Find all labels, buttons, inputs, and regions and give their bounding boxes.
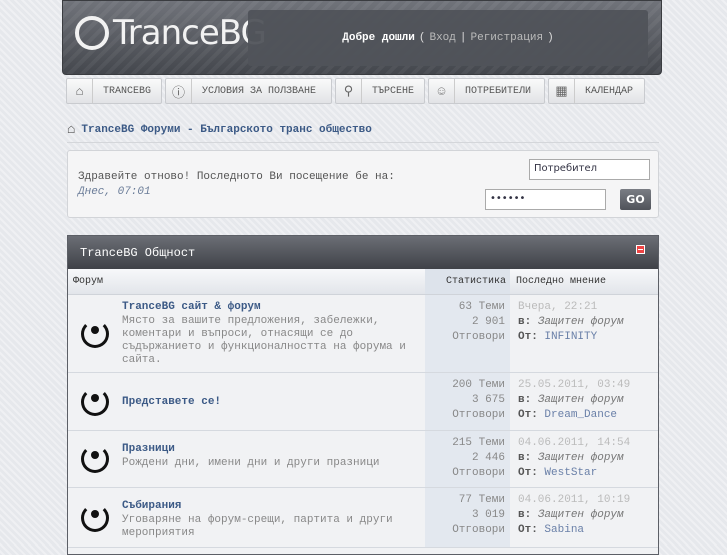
- col-last-post: Последно мнение: [516, 276, 607, 287]
- user-icon: ☺: [429, 79, 455, 103]
- last-visit: Днес, 07:01: [78, 186, 151, 198]
- forum-description: Уговаряне на форум-срещи, партита и друг…: [122, 514, 393, 539]
- topic-count: 63 Теми: [458, 301, 505, 313]
- home-icon[interactable]: ⌂: [67, 122, 75, 138]
- reply-count: 2 901: [471, 316, 505, 328]
- go-button[interactable]: GO: [620, 189, 651, 210]
- topic-count: 215 Теми: [452, 437, 505, 449]
- last-post-forum[interactable]: Защитен форум: [538, 394, 624, 406]
- forum-description: Рождени дни, имени дни и други празници: [122, 457, 380, 469]
- calendar-icon: ▦: [549, 79, 575, 103]
- forum-row: Представете се! 200 Теми 3 675 Отговори …: [68, 373, 658, 431]
- category-header: TranceBG Общност: [68, 236, 658, 269]
- reply-count: 2 446: [471, 452, 505, 464]
- greeting-text: Здравейте отново! Последното Ви посещени…: [78, 171, 395, 183]
- last-post-forum[interactable]: Защитен форум: [538, 452, 624, 464]
- column-headers: Форум Статистика Последно мнение: [68, 269, 658, 295]
- forum-row: Празници Рождени дни, имени дни и други …: [68, 431, 658, 488]
- divider: [67, 142, 659, 143]
- breadcrumb-link[interactable]: TranceBG Форуми - Българското транс обще…: [81, 124, 371, 136]
- last-post-forum[interactable]: Защитен форум: [538, 316, 624, 328]
- welcome-panel: Добре дошли( Вход | Регистрация): [248, 10, 648, 66]
- last-post-author[interactable]: Sabina: [544, 524, 584, 536]
- reply-count: 3 675: [471, 394, 505, 406]
- nav-label: КАЛЕНДАР: [585, 85, 634, 97]
- by-label: От:: [518, 409, 538, 421]
- in-label: в:: [518, 394, 532, 406]
- category-block: TranceBG Общност Форум Статистика Послед…: [67, 235, 659, 555]
- forum-stats: 215 Теми 2 446 Отговори: [425, 431, 510, 487]
- login-box: Здравейте отново! Последното Ви посещени…: [67, 150, 659, 218]
- forum-status-icon: [68, 431, 122, 487]
- last-post: Вчера, 22:21 в: Защитен форум От: INFINI…: [510, 295, 632, 372]
- forum-stats: 63 Теми 2 901 Отговори: [425, 295, 510, 372]
- topic-count: 200 Теми: [452, 379, 505, 391]
- register-link[interactable]: Регистрация: [471, 32, 544, 44]
- site-logo[interactable]: TranceBG: [75, 13, 267, 53]
- last-post-date: 25.05.2011, 03:49: [518, 379, 631, 391]
- nav-search[interactable]: ⚲ ТЪРСЕНЕ: [335, 78, 425, 104]
- forum-stats: 200 Теми 3 675 Отговори: [425, 373, 510, 430]
- logo-text: TranceBG: [113, 13, 267, 53]
- replies-label: Отговори: [452, 409, 505, 421]
- col-forum: Форум: [73, 276, 104, 287]
- reply-count: 3 019: [471, 509, 505, 521]
- in-label: в:: [518, 509, 532, 521]
- forum-status-icon: [68, 373, 122, 430]
- username-input[interactable]: Потребител: [529, 159, 650, 180]
- last-post: 04.06.2011, 10:19 в: Защитен форум От: S…: [510, 488, 638, 547]
- forum-row: TranceBG сайт & форум Място за вашите пр…: [68, 295, 658, 373]
- last-post-date: Вчера, 22:21: [518, 301, 598, 313]
- forum-title-link[interactable]: Събирания: [122, 500, 425, 512]
- collapse-icon[interactable]: [636, 245, 645, 254]
- last-post-date: 04.06.2011, 14:54: [518, 437, 631, 449]
- main-nav: ⌂ TRANCEBG ⓘ УСЛОВИЯ ЗА ПОЛЗВАНЕ ⚲ ТЪРСЕНЕ …: [66, 78, 645, 104]
- nav-calendar[interactable]: ▦ КАЛЕНДАР: [548, 78, 645, 104]
- last-post-author[interactable]: Dream_Dance: [544, 409, 617, 421]
- category-title[interactable]: TranceBG Общност: [80, 246, 195, 260]
- nav-label: ПОТРЕБИТЕЛИ: [465, 85, 532, 97]
- forum-title-link[interactable]: TranceBG сайт & форум: [122, 301, 425, 313]
- nav-label: ТЪРСЕНЕ: [371, 85, 414, 97]
- by-label: От:: [518, 467, 538, 479]
- logo-icon: [75, 16, 109, 50]
- forum-stats: 77 Теми 3 019 Отговори: [425, 488, 510, 547]
- greeting: Здравейте отново! Последното Ви посещени…: [78, 171, 395, 198]
- forum-title-link[interactable]: Представете се!: [122, 396, 221, 408]
- forum-status-icon: [68, 488, 122, 547]
- forum-title-link[interactable]: Празници: [122, 443, 425, 455]
- password-input[interactable]: ••••••: [485, 189, 606, 210]
- nav-label: TRANCEBG: [102, 85, 151, 97]
- forum-description: Място за вашите предложения, забележки, …: [122, 315, 406, 366]
- by-label: От:: [518, 331, 538, 343]
- nav-label: УСЛОВИЯ ЗА ПОЛЗВАНЕ: [202, 85, 317, 97]
- nav-trancebg[interactable]: ⌂ TRANCEBG: [66, 78, 162, 104]
- home-icon: ⌂: [67, 79, 93, 103]
- breadcrumb: ⌂ TranceBG Форуми - Българското транс общ…: [67, 122, 372, 138]
- nav-terms[interactable]: ⓘ УСЛОВИЯ ЗА ПОЛЗВАНЕ: [165, 78, 332, 104]
- replies-label: Отговори: [452, 467, 505, 479]
- welcome-text: Добре дошли: [342, 32, 415, 44]
- nav-members[interactable]: ☺ ПОТРЕБИТЕЛИ: [428, 78, 545, 104]
- in-label: в:: [518, 452, 532, 464]
- by-label: От:: [518, 524, 538, 536]
- last-post: 04.06.2011, 14:54 в: Защитен форум От: W…: [510, 431, 638, 487]
- site-header: TranceBG Добре дошли( Вход | Регистрация): [62, 0, 662, 75]
- replies-label: Отговори: [452, 524, 505, 536]
- forum-row: Събирания Уговаряне на форум-срещи, парт…: [68, 488, 658, 548]
- last-post-author[interactable]: WestStar: [544, 467, 597, 479]
- forum-status-icon: [68, 295, 122, 372]
- replies-label: Отговори: [452, 331, 505, 343]
- last-post-forum[interactable]: Защитен форум: [538, 509, 624, 521]
- topic-count: 77 Теми: [458, 494, 505, 506]
- info-icon: ⓘ: [166, 79, 192, 103]
- search-icon: ⚲: [336, 79, 362, 103]
- login-link[interactable]: Вход: [429, 32, 455, 44]
- col-stats: Статистика: [425, 269, 510, 294]
- last-post-author[interactable]: INFINITY: [544, 331, 597, 343]
- in-label: в:: [518, 316, 532, 328]
- last-post: 25.05.2011, 03:49 в: Защитен форум От: D…: [510, 373, 638, 430]
- last-post-date: 04.06.2011, 10:19: [518, 494, 631, 506]
